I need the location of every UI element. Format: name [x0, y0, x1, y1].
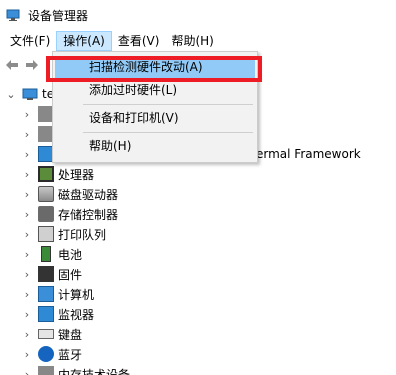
tree-row-battery[interactable]: › 电池	[20, 244, 82, 264]
chevron-right-icon[interactable]: ›	[20, 228, 34, 241]
menu-view[interactable]: 查看(V)	[112, 31, 166, 51]
chevron-right-icon[interactable]: ›	[20, 368, 34, 375]
tree-row-label: 蓝牙	[58, 347, 83, 362]
menu-item-devices-printers[interactable]: 设备和打印机(V)	[55, 107, 255, 129]
memory-device-icon	[38, 366, 54, 375]
tree-root-node[interactable]: ⌄ te	[4, 84, 54, 104]
title-bar: 设备管理器	[0, 0, 396, 30]
tree-row-firmware[interactable]: › 固件	[20, 264, 82, 284]
monitor-icon	[38, 306, 54, 322]
chevron-right-icon[interactable]: ›	[20, 128, 34, 141]
chevron-right-icon[interactable]: ›	[20, 328, 34, 341]
firmware-icon	[38, 266, 54, 282]
tree-row-label: 固件	[58, 267, 83, 282]
chevron-right-icon[interactable]: ›	[20, 188, 34, 201]
keyboard-icon	[38, 329, 54, 339]
tree-row-label: 存储控制器	[58, 207, 119, 222]
tree-row-processor[interactable]: › 处理器	[20, 164, 94, 184]
tree-row-partial-label: ermal Framework	[256, 147, 361, 161]
forward-arrow-icon[interactable]	[22, 54, 42, 76]
chevron-right-icon[interactable]: ›	[20, 108, 34, 121]
computer-icon	[38, 286, 54, 302]
device-manager-icon	[6, 8, 20, 22]
menu-separator	[83, 132, 253, 133]
tree-row-monitor[interactable]: › 监视器	[20, 304, 94, 324]
chevron-right-icon[interactable]: ›	[20, 348, 34, 361]
chevron-right-icon[interactable]: ›	[20, 268, 34, 281]
menu-file[interactable]: 文件(F)	[4, 31, 56, 51]
tree-row-label: 键盘	[58, 327, 83, 342]
battery-icon	[41, 246, 51, 262]
tree-row-storage[interactable]: › 存储控制器	[20, 204, 118, 224]
chevron-right-icon[interactable]: ›	[20, 148, 34, 161]
chevron-right-icon[interactable]: ›	[20, 288, 34, 301]
print-queue-icon	[38, 226, 54, 242]
tree-row-computer[interactable]: › 计算机	[20, 284, 94, 304]
tree-row-memory[interactable]: › 内存技术设备	[20, 364, 130, 375]
menu-separator	[83, 104, 253, 105]
menu-bar: 文件(F) 操作(A) 查看(V) 帮助(H)	[0, 31, 396, 51]
tree-row-keyboard[interactable]: › 键盘	[20, 324, 82, 344]
menu-item-add-legacy-hardware[interactable]: 添加过时硬件(L)	[55, 79, 255, 101]
tree-row-label: 电池	[58, 247, 83, 262]
menu-help[interactable]: 帮助(H)	[165, 31, 219, 51]
disk-drive-icon	[38, 186, 54, 202]
chevron-down-icon[interactable]: ⌄	[4, 88, 18, 101]
window-title: 设备管理器	[28, 8, 89, 23]
tree-row-disk[interactable]: › 磁盘驱动器	[20, 184, 118, 204]
back-arrow-icon[interactable]	[2, 54, 22, 76]
chevron-right-icon[interactable]: ›	[20, 248, 34, 261]
chevron-right-icon[interactable]: ›	[20, 168, 34, 181]
computer-root-icon	[22, 86, 38, 102]
highlight-frame	[46, 56, 262, 82]
processor-icon	[38, 166, 54, 182]
tree-row-label: 内存技术设备	[58, 367, 131, 375]
tree-row-label: 监视器	[58, 307, 95, 322]
tree-row-label: 处理器	[58, 167, 95, 182]
chevron-right-icon[interactable]: ›	[20, 308, 34, 321]
bluetooth-icon	[38, 346, 54, 362]
tree-row-label: 打印队列	[58, 227, 107, 242]
tree-row-print-queue[interactable]: › 打印队列	[20, 224, 106, 244]
tree-row-label: 计算机	[58, 287, 95, 302]
tree-row-label: 磁盘驱动器	[58, 187, 119, 202]
menu-item-help[interactable]: 帮助(H)	[55, 135, 255, 157]
storage-controller-icon	[38, 206, 54, 222]
tree-row-bluetooth[interactable]: › 蓝牙	[20, 344, 82, 364]
menu-action[interactable]: 操作(A)	[56, 31, 112, 51]
chevron-right-icon[interactable]: ›	[20, 208, 34, 221]
